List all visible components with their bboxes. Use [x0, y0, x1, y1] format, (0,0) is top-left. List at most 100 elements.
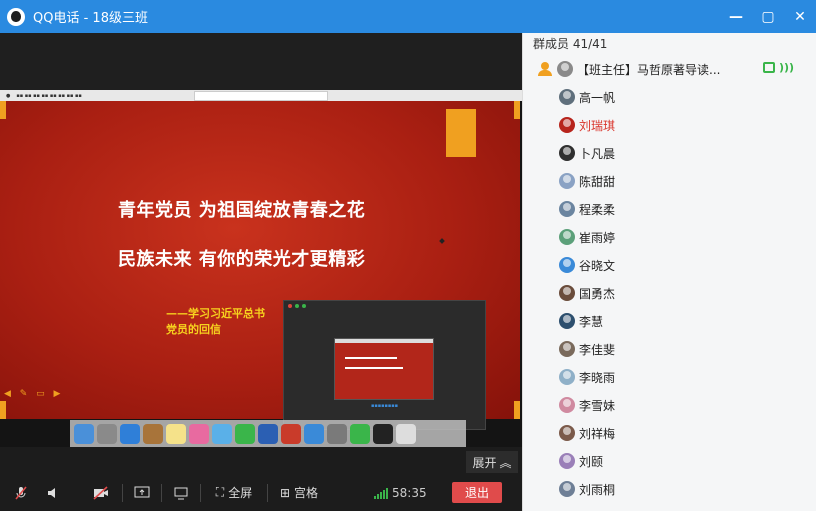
- maximize-button[interactable]: ▢: [752, 0, 784, 33]
- member-item[interactable]: 李晓雨: [523, 363, 816, 391]
- member-name: 卜凡晨: [579, 146, 616, 161]
- member-item[interactable]: 陈甜甜: [523, 167, 816, 195]
- grid-view-button[interactable]: ⊞ 宫格: [274, 474, 324, 511]
- mini-share-window: ▪▪▪▪▪▪▪▪: [283, 300, 486, 430]
- slide-title-line1: 青年党员 为祖国绽放青春之花: [118, 200, 366, 221]
- video-area[interactable]: ● ▪▪ ▪▪ ▪▪ ▪▪ ▪▪ ▪▪ ▪▪ ▪▪ 青年党员 为祖国绽放青春之花…: [0, 33, 522, 474]
- chevron-up-icon: ︽: [499, 455, 512, 470]
- word-icon: [258, 423, 278, 444]
- slide-subtitle-line1: ——学习习近平总书: [166, 307, 265, 320]
- member-name: 崔雨婷: [579, 230, 616, 245]
- video-source-icon[interactable]: [168, 474, 194, 511]
- member-name: 李晓雨: [579, 370, 616, 385]
- member-name: 陈甜甜: [579, 174, 616, 189]
- member-name: 刘瑞琪: [579, 118, 616, 133]
- member-item[interactable]: 李雪妹: [523, 391, 816, 419]
- slide-corner-mark: [514, 101, 520, 119]
- member-item[interactable]: 高一帆: [523, 83, 816, 111]
- avatar: [559, 481, 575, 497]
- speaking-icon: ))): [779, 61, 795, 74]
- close-dot-icon: [288, 304, 292, 308]
- avatar: [559, 201, 575, 217]
- screen-sharing-icon: [763, 62, 775, 73]
- fullscreen-button[interactable]: ⛶ 全屏: [207, 474, 261, 511]
- qq-app-icon: [373, 423, 393, 444]
- member-item[interactable]: 崔雨婷: [523, 223, 816, 251]
- expand-button[interactable]: 展开 ︽: [466, 451, 518, 473]
- member-name: 高一帆: [579, 90, 616, 105]
- safari-icon: [120, 423, 140, 444]
- app-store-icon: [304, 423, 324, 444]
- slide-corner-mark: [0, 101, 6, 119]
- launchpad-icon: [97, 423, 117, 444]
- avatar: [559, 89, 575, 105]
- wechat-icon: [350, 423, 370, 444]
- camera-off-icon[interactable]: [86, 474, 116, 511]
- member-name: 刘颐: [579, 454, 604, 469]
- mouse-cursor-icon: [439, 238, 445, 244]
- mini-window-caption: ▪▪▪▪▪▪▪▪: [370, 403, 399, 409]
- finder-icon: [74, 423, 94, 444]
- slide-subtitle-line2: 党员的回信: [166, 323, 221, 336]
- call-timer: 58:35: [392, 485, 427, 500]
- exit-button[interactable]: 退出: [452, 482, 502, 503]
- close-button[interactable]: ✕: [784, 0, 816, 33]
- member-name: 李慧: [579, 314, 604, 329]
- window-controls: — ▢ ✕: [720, 0, 816, 33]
- avatar: [559, 173, 575, 189]
- avatar: [559, 313, 575, 329]
- member-name: 刘祥梅: [579, 426, 616, 441]
- window-title: QQ电话 - 18级三班: [33, 11, 148, 26]
- slide-gold-block: [446, 109, 476, 157]
- member-item[interactable]: 刘瑞琪: [523, 111, 816, 139]
- member-item[interactable]: 谷晓文: [523, 251, 816, 279]
- system-preferences-icon: [327, 423, 347, 444]
- avatar: [559, 257, 575, 273]
- facetime-icon: [235, 423, 255, 444]
- grid-icon: ⊞: [279, 485, 291, 500]
- zoom-dot-icon: [302, 304, 306, 308]
- member-list: 高一帆刘瑞琪卜凡晨陈甜甜程柔柔崔雨婷谷晓文国勇杰李慧李佳斐李晓雨李雪妹刘祥梅刘颐…: [523, 83, 816, 503]
- speaker-icon[interactable]: [38, 474, 68, 511]
- minimize-dot-icon: [295, 304, 299, 308]
- notes-icon: [166, 423, 186, 444]
- mini-slide-thumbnail: [334, 338, 434, 400]
- powerpoint-icon: [281, 423, 301, 444]
- group-owner-icon: [537, 61, 553, 77]
- slide-corner-mark: [514, 401, 520, 419]
- member-name: 程柔柔: [579, 202, 616, 217]
- call-control-bar: ⛶ 全屏 ⊞ 宫格 58:35 退出: [0, 474, 522, 511]
- avatar: [559, 229, 575, 245]
- member-name: 李雪妹: [579, 398, 616, 413]
- member-name: 【班主任】马哲原著导读...: [577, 62, 721, 77]
- screen-share-icon[interactable]: [129, 474, 155, 511]
- member-item[interactable]: 刘颐: [523, 447, 816, 475]
- member-item[interactable]: 国勇杰: [523, 279, 816, 307]
- mini-window-dots: [288, 304, 306, 308]
- member-item[interactable]: 卜凡晨: [523, 139, 816, 167]
- avatar: [559, 397, 575, 413]
- mic-muted-icon[interactable]: [4, 474, 38, 511]
- member-item[interactable]: 刘雨桐: [523, 475, 816, 503]
- minimize-button[interactable]: —: [720, 0, 752, 33]
- member-leader[interactable]: 【班主任】马哲原著导读... ))): [523, 55, 816, 83]
- member-item[interactable]: 程柔柔: [523, 195, 816, 223]
- avatar: [559, 425, 575, 441]
- avatar: [559, 341, 575, 357]
- shared-screen: ● ▪▪ ▪▪ ▪▪ ▪▪ ▪▪ ▪▪ ▪▪ ▪▪ 青年党员 为祖国绽放青春之花…: [0, 90, 522, 447]
- trash-icon: [396, 423, 416, 444]
- member-item[interactable]: 刘祥梅: [523, 419, 816, 447]
- messages-icon: [212, 423, 232, 444]
- avatar: [559, 285, 575, 301]
- member-item[interactable]: 李佳斐: [523, 335, 816, 363]
- member-item[interactable]: 李慧: [523, 307, 816, 335]
- slide-pen-tools: ◀ ✎ ▭ ▶: [4, 389, 64, 399]
- menubar-text-placeholder: ▪▪ ▪▪ ▪▪ ▪▪ ▪▪ ▪▪ ▪▪ ▪▪: [16, 92, 82, 99]
- member-name: 谷晓文: [579, 258, 616, 273]
- signal-strength-icon: [374, 487, 388, 499]
- qq-call-window: QQ电话 - 18级三班 — ▢ ✕ ● ▪▪ ▪▪ ▪▪ ▪▪ ▪▪ ▪▪ ▪…: [0, 0, 816, 511]
- avatar: [559, 369, 575, 385]
- avatar: [559, 453, 575, 469]
- member-panel: 群成员 41/41 【班主任】马哲原著导读... ))) 高一帆 刘瑞琪 卜凡晨 陈甜…: [522, 33, 816, 511]
- slide-corner-mark: [0, 401, 6, 419]
